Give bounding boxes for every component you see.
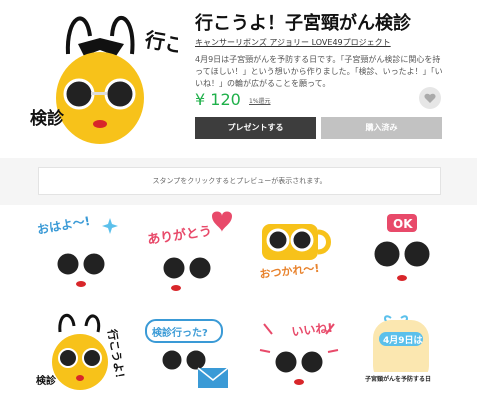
sticker-text: いいね! — [291, 321, 334, 339]
sticker-otsukare[interactable]: おつかれ〜! — [250, 210, 346, 292]
product-description: 4月9日は子宮頸がんを予防する日です。「子宮頸がん検診に関心を持ってほしい！」と… — [195, 55, 443, 88]
preview-hint: スタンプをクリックするとプレビューが表示されます。 — [38, 167, 441, 195]
sticker-text: OK — [393, 217, 413, 231]
purchased-button: 購入済み — [321, 117, 442, 139]
sticker-text: おつかれ〜! — [259, 262, 320, 281]
sticker-iine[interactable]: いいね! — [250, 310, 346, 392]
present-button[interactable]: プレゼントする — [195, 117, 316, 139]
product-header: 行こうよ！ 検診 行こうよ！子宮頸がん検診 キャンサーリボンズ アジョリー LO… — [0, 0, 477, 158]
sticker-kenshin-itta[interactable]: 検診行った? — [140, 310, 236, 392]
price: ¥ 120 — [195, 90, 241, 109]
favorite-button[interactable] — [419, 87, 441, 109]
sticker-april9[interactable]: 4月9日は 子宮頸がんを予防する日 — [355, 310, 451, 392]
sticker-ok[interactable]: OK — [355, 210, 451, 292]
main-sticker-image: 行こうよ！ 検診 — [28, 6, 246, 151]
author-link[interactable]: キャンサーリボンズ アジョリー LOVE49プロジェクト — [195, 37, 391, 48]
sticker-text: 4月9日は — [383, 335, 423, 346]
sticker-text: 行こうよ！ — [105, 327, 126, 385]
sticker-ikouyo[interactable]: 行こうよ！ 検診 — [30, 310, 128, 392]
sticker-text: 検診行った? — [152, 326, 208, 339]
main-image-text-top: 行こうよ！ — [142, 27, 178, 68]
heart-icon — [424, 93, 436, 103]
sticker-text: ありがとう — [146, 223, 213, 248]
sticker-text-2: 検診 — [36, 374, 57, 387]
sticker-ohayo[interactable]: おはよ〜! — [30, 210, 126, 292]
sticker-arigato[interactable]: ありがとう — [140, 210, 236, 292]
product-title: 行こうよ！子宮頸がん検診 — [195, 13, 411, 34]
sticker-text-2: 子宮頸がんを予防する日 — [365, 375, 431, 383]
main-image-text-bottom: 検診 — [30, 108, 65, 129]
sticker-text: おはよ〜! — [36, 214, 91, 237]
point-return-link[interactable]: 1%還元 — [249, 96, 271, 105]
